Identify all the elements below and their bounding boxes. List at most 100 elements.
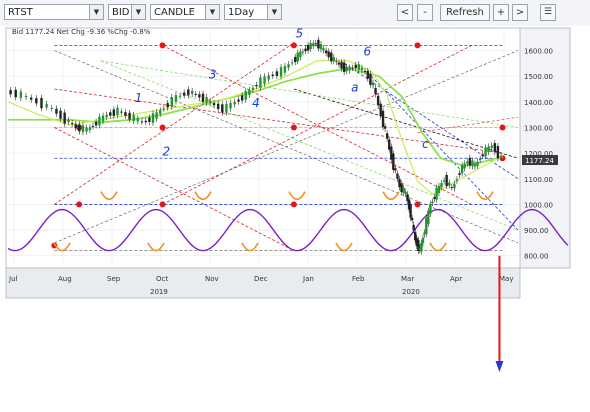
candle-body xyxy=(322,48,325,51)
candle-body xyxy=(327,51,330,58)
candle-body xyxy=(473,163,477,167)
candle-body xyxy=(88,127,92,131)
candle-body xyxy=(225,103,228,113)
candle-body xyxy=(429,203,432,214)
candle-body xyxy=(98,116,101,126)
candle-body xyxy=(293,56,297,63)
candle-body xyxy=(244,91,247,100)
candle-body xyxy=(342,62,346,72)
candle-body xyxy=(460,165,464,174)
candle-body xyxy=(481,154,484,157)
candle-body xyxy=(24,96,28,98)
y-tick-label: 1000.00 xyxy=(524,201,553,209)
candle-body xyxy=(91,125,95,127)
candle-body xyxy=(182,92,186,96)
wave-label: 2 xyxy=(163,145,171,159)
candle-body xyxy=(458,173,461,175)
pivot-marker xyxy=(159,201,166,208)
candle-body xyxy=(366,70,370,79)
candle-body xyxy=(267,75,270,80)
y-tick-label: 1400.00 xyxy=(524,99,553,107)
candle-body xyxy=(201,93,205,102)
candle-body xyxy=(259,77,262,88)
candle-body xyxy=(112,109,116,116)
x-axis-panel xyxy=(5,267,521,299)
candle-body xyxy=(221,104,224,113)
candle-body xyxy=(148,117,151,123)
chart-svg: 1600.001500.001400.001300.001200.001100.… xyxy=(5,27,571,372)
y-tick-label: 1500.00 xyxy=(524,73,553,81)
wave-label: a xyxy=(351,81,358,95)
candle-body xyxy=(345,66,348,72)
y-tick-label: 1300.00 xyxy=(524,124,553,132)
candle-body xyxy=(440,183,443,188)
candle-body xyxy=(379,103,382,117)
candle-body xyxy=(233,101,236,105)
pivot-marker xyxy=(290,201,297,208)
candle-body xyxy=(151,113,155,123)
candle-body xyxy=(357,64,361,70)
x-year-label: 2019 xyxy=(150,288,168,296)
candle-body xyxy=(162,108,166,110)
price-chart[interactable]: 1600.00 1500.00 1400.00 1300.00 1200.00 1100.… xyxy=(0,0,590,408)
candle-body xyxy=(348,67,351,71)
candle-body xyxy=(337,62,341,65)
wave-label: 3 xyxy=(209,68,217,82)
x-month-label: Jan xyxy=(302,275,314,283)
candle-body xyxy=(301,51,305,53)
candle-body xyxy=(166,103,169,108)
candle-body xyxy=(369,73,372,85)
candle-body xyxy=(409,204,412,218)
candle-body xyxy=(448,182,451,186)
candle-body xyxy=(450,187,454,189)
candle-body xyxy=(431,201,434,203)
candle-body xyxy=(433,197,436,199)
candle-body xyxy=(190,90,194,94)
candle-body xyxy=(170,97,174,107)
candle-body xyxy=(140,121,144,123)
candle-body xyxy=(398,178,401,188)
candle-body xyxy=(124,112,127,116)
candle-body xyxy=(478,158,482,161)
candle-body xyxy=(332,57,336,62)
candle-body xyxy=(85,127,88,132)
pivot-marker xyxy=(159,124,166,131)
x-year-label: 2020 xyxy=(402,288,420,296)
candle-body xyxy=(290,62,294,64)
candle-body xyxy=(371,82,375,86)
candle-body xyxy=(490,145,493,148)
candle-body xyxy=(29,97,33,100)
candle-body xyxy=(59,110,62,119)
candle-body xyxy=(388,139,391,150)
candle-body xyxy=(279,67,283,77)
candle-body xyxy=(120,111,123,113)
candle-body xyxy=(144,120,148,123)
candle-body xyxy=(296,52,299,62)
candle-body xyxy=(360,67,364,71)
candle-body xyxy=(312,43,315,47)
candle-body xyxy=(445,174,448,187)
wave-label: 4 xyxy=(252,96,260,110)
candle-body xyxy=(198,94,201,98)
candle-body xyxy=(383,126,387,129)
wave-label: 5 xyxy=(295,27,303,41)
x-month-label: Mar xyxy=(401,275,414,283)
candle-body xyxy=(376,95,380,106)
candle-body xyxy=(216,103,220,109)
candle-body xyxy=(351,67,354,69)
x-month-label: Jul xyxy=(8,275,18,283)
candle-body xyxy=(105,114,108,118)
candle-body xyxy=(306,44,310,51)
pivot-marker xyxy=(414,201,421,208)
candle-body xyxy=(404,191,407,194)
candle-body xyxy=(94,121,98,126)
candle-body xyxy=(385,133,389,139)
wave-label: 6 xyxy=(363,45,371,59)
pivot-marker xyxy=(290,124,297,131)
candle-body xyxy=(496,146,500,159)
candle-body xyxy=(109,112,112,116)
candle-body xyxy=(205,97,208,103)
candle-body xyxy=(453,183,456,189)
candle-body xyxy=(410,217,414,221)
candle-body xyxy=(304,48,307,52)
